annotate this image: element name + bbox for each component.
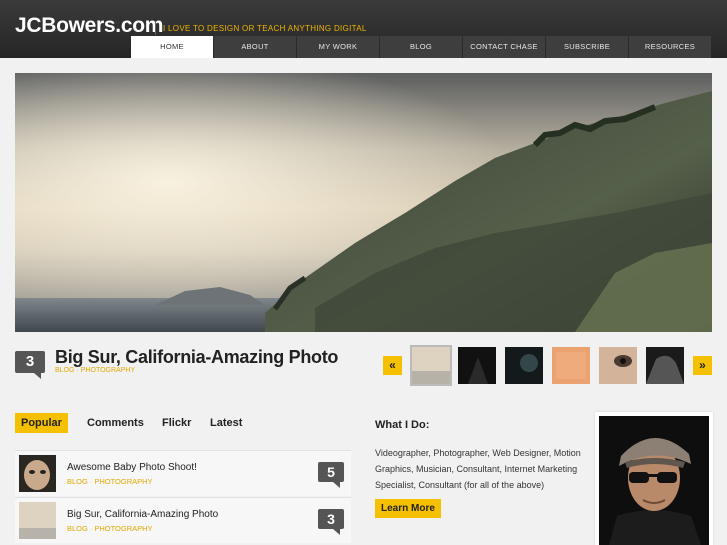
thumb-image	[412, 347, 450, 384]
thumb-image	[19, 502, 56, 539]
post-tags: BLOG · PHOTOGRAPHY	[67, 477, 153, 486]
what-i-do-text: Videographer, Photographer, Web Designer…	[375, 448, 581, 490]
thumb-image	[552, 347, 590, 384]
post-thumbnail[interactable]	[19, 502, 56, 539]
learn-more-button[interactable]: Learn More	[375, 499, 441, 518]
nav-my-work[interactable]: MY WORK	[297, 36, 379, 58]
post-title[interactable]: Big Sur, California-Amazing Photo	[67, 509, 218, 520]
tag-separator: ·	[89, 477, 93, 486]
what-i-do-section: What I Do: Videographer, Photographer, W…	[375, 419, 590, 518]
comment-count-badge[interactable]: 3	[318, 509, 344, 535]
site-tagline: I LOVE TO DESIGN OR TEACH ANYTHING DIGIT…	[155, 21, 367, 35]
popular-post-list: Awesome Baby Photo Shoot! BLOG · PHOTOGRAP…	[15, 450, 351, 544]
hero-slide-image[interactable]	[15, 73, 712, 332]
thumb-image	[19, 455, 56, 492]
list-item[interactable]: Awesome Baby Photo Shoot! BLOG · PHOTOGRAP…	[15, 450, 351, 496]
slider-next-button[interactable]: »	[693, 356, 712, 375]
tag-blog-link[interactable]: BLOG	[67, 477, 88, 486]
tag-separator: ·	[76, 367, 79, 374]
featured-post-tags: BLOG · PHOTOGRAPHY	[55, 367, 135, 374]
nav-contact-chase[interactable]: CONTACT CHASE	[463, 36, 545, 58]
comment-count-badge[interactable]: 5	[318, 462, 344, 488]
tag-blog-link[interactable]: BLOG	[55, 367, 74, 374]
tag-blog-link[interactable]: BLOG	[67, 524, 88, 533]
slider-thumb-5[interactable]	[599, 347, 637, 384]
nav-blog[interactable]: BLOG	[380, 36, 462, 58]
post-thumbnail[interactable]	[19, 455, 56, 492]
thumb-image	[458, 347, 496, 384]
post-title[interactable]: Awesome Baby Photo Shoot!	[67, 462, 197, 473]
nav-resources[interactable]: RESOURCES	[629, 36, 711, 58]
tag-separator: ·	[89, 524, 93, 533]
thumb-image	[505, 347, 543, 384]
tab-flickr[interactable]: Flickr	[162, 413, 191, 433]
site-logo[interactable]: JCBowers.com	[15, 14, 163, 38]
what-i-do-heading: What I Do:	[375, 419, 430, 431]
main-nav: HOME ABOUT MY WORK BLOG CONTACT CHASE SU…	[131, 36, 712, 58]
author-portrait	[595, 412, 713, 545]
nav-home[interactable]: HOME	[131, 36, 213, 58]
featured-post-title[interactable]: Big Sur, California-Amazing Photo	[55, 347, 338, 368]
tag-photography-link[interactable]: PHOTOGRAPHY	[94, 477, 152, 486]
thumb-image	[599, 347, 637, 384]
list-item[interactable]: Big Sur, California-Amazing Photo BLOG · P…	[15, 497, 351, 543]
tag-photography-link[interactable]: PHOTOGRAPHY	[81, 367, 135, 374]
slider-thumb-6[interactable]	[646, 347, 684, 384]
slider-thumb-4[interactable]	[552, 347, 590, 384]
nav-about[interactable]: ABOUT	[214, 36, 296, 58]
tab-latest[interactable]: Latest	[210, 413, 242, 433]
slider-thumb-1[interactable]	[410, 345, 452, 386]
tag-photography-link[interactable]: PHOTOGRAPHY	[94, 524, 152, 533]
site-header: JCBowers.com I LOVE TO DESIGN OR TEACH A…	[0, 0, 727, 58]
featured-post-bar: 3 Big Sur, California-Amazing Photo BLOG…	[15, 340, 712, 398]
hero-landscape-illustration	[15, 73, 712, 332]
portrait-image	[599, 416, 709, 545]
post-tags: BLOG · PHOTOGRAPHY	[67, 524, 153, 533]
slider-prev-button[interactable]: «	[383, 356, 402, 375]
thumb-image	[646, 347, 684, 384]
nav-subscribe[interactable]: SUBSCRIBE	[546, 36, 628, 58]
tab-popular[interactable]: Popular	[15, 413, 68, 433]
slider-thumb-3[interactable]	[505, 347, 543, 384]
slider-thumb-2[interactable]	[458, 347, 496, 384]
tab-comments[interactable]: Comments	[87, 413, 144, 433]
comment-count-badge[interactable]: 3	[15, 351, 45, 379]
